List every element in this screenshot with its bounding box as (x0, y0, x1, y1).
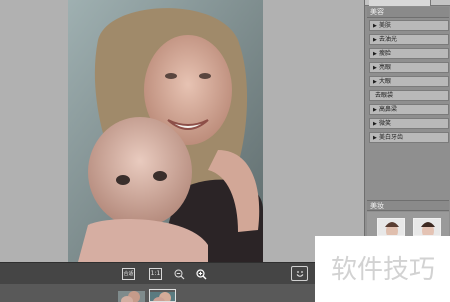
zoom-in-button[interactable] (195, 268, 207, 280)
portrait-photo (68, 0, 263, 262)
zoom-out-button[interactable] (173, 268, 185, 280)
actual-size-button[interactable]: 1:1 (149, 268, 162, 280)
fit-window-label: 合适 (123, 270, 134, 277)
item-label: 大眼 (379, 78, 392, 85)
thumbnail-image (150, 292, 175, 301)
watermark-text-graphic: 软件技巧 (330, 255, 434, 285)
film-thumbnail-selected[interactable] (149, 289, 176, 302)
item-label: 亮眼 (379, 64, 392, 71)
item-nose-bridge[interactable]: ▶ 高鼻梁 (369, 104, 449, 115)
face-detect-button[interactable] (291, 266, 308, 281)
item-label: 高鼻梁 (379, 106, 398, 113)
zoom-toolbar: 合适 1:1 (0, 262, 315, 284)
item-label: 美肤 (379, 22, 392, 29)
smile-icon (296, 270, 303, 277)
item-eye-bags[interactable]: 去眼袋 (369, 90, 449, 101)
item-label: 瘦脸 (379, 50, 392, 57)
panel-tab[interactable] (369, 0, 431, 6)
watermark-overlay: 软件技巧 (315, 236, 450, 302)
thumbnail-image (118, 291, 145, 302)
panel-top-bar (365, 0, 450, 6)
fit-window-button[interactable]: 合适 (122, 268, 135, 280)
image-canvas (0, 0, 364, 262)
item-label: 去眼袋 (375, 92, 394, 99)
photo-preview[interactable] (68, 0, 263, 262)
item-teeth-whitening[interactable]: ▶ 美白牙齿 (369, 132, 449, 143)
item-oil-removal[interactable]: ▶ 去油光 (369, 34, 449, 45)
beauty-item-list: ▶ 美肤 ▶ 去油光 ▶ 瘦脸 ▶ 亮眼 ▶ 大眼 去眼袋 ▶ 高鼻梁 ▶ 微笑 ▶ 美白牙齿 (369, 20, 449, 146)
section-header-beauty: 美容 (367, 7, 449, 18)
makeup-presets (367, 212, 449, 236)
item-skin[interactable]: ▶ 美肤 (369, 20, 449, 31)
item-label: 去油光 (379, 36, 398, 43)
film-thumbnail[interactable] (118, 289, 145, 302)
actual-size-label: 1:1 (150, 270, 161, 277)
zoom-out-icon (174, 269, 184, 279)
makeup-preset-1[interactable] (377, 218, 405, 236)
item-smile[interactable]: ▶ 微笑 (369, 118, 449, 129)
watermark-text: 软件技巧 (330, 255, 434, 285)
item-slim-face[interactable]: ▶ 瘦脸 (369, 48, 449, 59)
face-preset-image (414, 219, 440, 235)
makeup-preset-2[interactable] (413, 218, 441, 236)
section-header-makeup: 美妆 (367, 200, 449, 211)
item-label: 微笑 (379, 120, 392, 127)
zoom-in-icon (195, 268, 206, 279)
item-bright-eyes[interactable]: ▶ 亮眼 (369, 62, 449, 73)
film-strip (0, 284, 315, 302)
face-preset-image (378, 219, 404, 235)
item-label: 美白牙齿 (379, 134, 404, 141)
item-big-eyes[interactable]: ▶ 大眼 (369, 76, 449, 87)
